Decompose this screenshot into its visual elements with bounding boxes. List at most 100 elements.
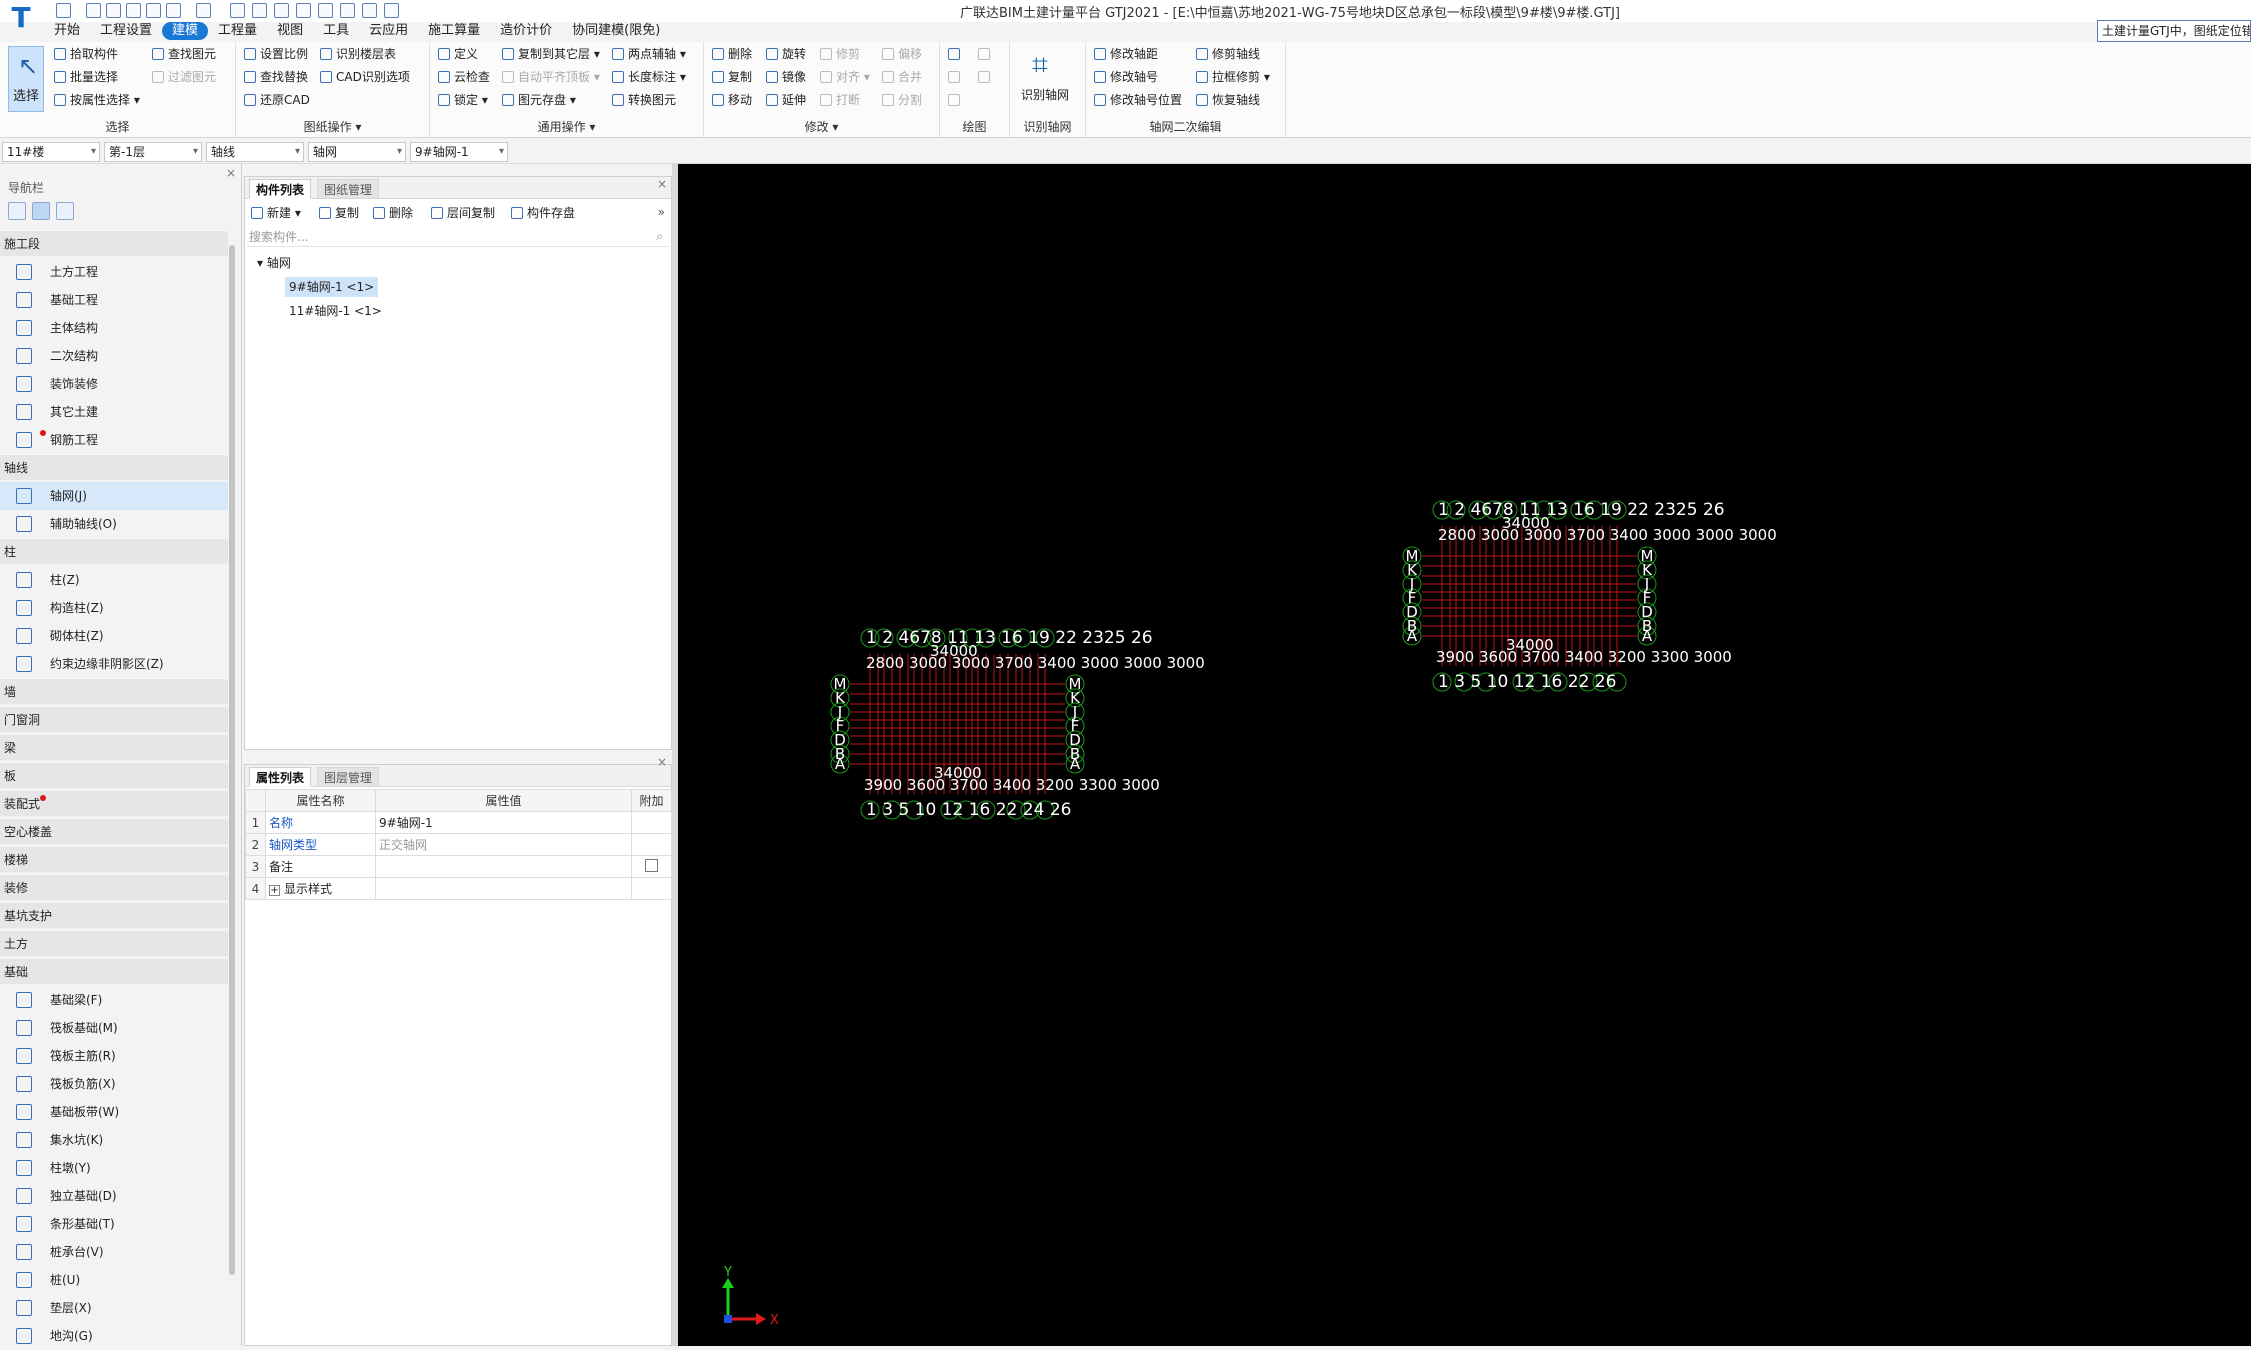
- nav-item[interactable]: 柱(Z): [0, 566, 228, 594]
- mirror-button[interactable]: 镜像: [764, 67, 806, 87]
- nav-item[interactable]: 桩承台(V): [0, 1238, 228, 1266]
- draw-circle-button[interactable]: [976, 44, 990, 64]
- nav-item[interactable]: 约束边缘非阴影区(Z): [0, 650, 228, 678]
- nav-item[interactable]: 垫层(X): [0, 1294, 228, 1322]
- find-element-button[interactable]: 查找图元: [150, 44, 216, 64]
- app-logo-icon[interactable]: T: [6, 3, 36, 33]
- find-replace-button[interactable]: 查找替换: [242, 67, 308, 87]
- open-icon[interactable]: [106, 3, 121, 18]
- nav-item[interactable]: 其它土建: [0, 398, 228, 426]
- floor-select[interactable]: 第-1层: [104, 142, 202, 162]
- property-row[interactable]: 2 轴网类型 正交轴网: [245, 833, 672, 856]
- axis-grid-9[interactable]: 1 2 4678 11 13 16 19 22 2325 26 2800 3000…: [830, 628, 1205, 820]
- panel-close-icon[interactable]: ×: [657, 755, 667, 769]
- nav-category[interactable]: 门窗洞: [0, 706, 228, 732]
- copy-button[interactable]: 复制: [710, 67, 752, 87]
- menu-collab[interactable]: 协同建模(限免): [562, 20, 670, 42]
- convert-element-button[interactable]: 转换图元: [610, 90, 676, 110]
- define-button[interactable]: 定义: [436, 44, 478, 64]
- length-mark-button[interactable]: 长度标注 ▾: [610, 67, 686, 87]
- property-extra[interactable]: [631, 855, 672, 878]
- property-row[interactable]: 3 备注: [245, 855, 672, 878]
- notice-banner[interactable]: 土建计量GTJ中，图纸定位错: [2097, 20, 2251, 42]
- nav-category[interactable]: 基坑支护: [0, 902, 228, 928]
- menu-project-settings[interactable]: 工程设置: [90, 20, 162, 42]
- split-button[interactable]: 分割: [880, 90, 922, 110]
- identify-grid-button[interactable]: ⌗ 识别轴网: [1020, 46, 1070, 112]
- new-component-button[interactable]: 新建 ▾: [249, 203, 301, 223]
- nav-category[interactable]: 楼梯: [0, 846, 228, 872]
- nav-item[interactable]: 轴网(J): [0, 482, 228, 510]
- nav-item[interactable]: 基础工程: [0, 286, 228, 314]
- offset-button[interactable]: 偏移: [880, 44, 922, 64]
- cad-view[interactable]: 1 2 4678 11 13 16 19 22 2325 26 2800 3000…: [678, 164, 2251, 1346]
- pick-component-button[interactable]: 拾取构件: [52, 44, 118, 64]
- nav-item[interactable]: 土方工程: [0, 258, 228, 286]
- draw-rect-button[interactable]: [976, 67, 990, 87]
- restore-cad-button[interactable]: 还原CAD: [242, 90, 310, 110]
- save-icon[interactable]: [146, 3, 161, 18]
- copy-component-button[interactable]: 复制: [317, 203, 359, 223]
- menu-quantity[interactable]: 工程量: [208, 20, 267, 42]
- nav-pin-icon[interactable]: [8, 202, 26, 220]
- toolbar-icon-4[interactable]: [296, 3, 311, 18]
- toolbar-icon-5[interactable]: [318, 3, 333, 18]
- align-button[interactable]: 对齐 ▾: [818, 67, 870, 87]
- set-scale-button[interactable]: 设置比例: [242, 44, 308, 64]
- select-button[interactable]: ↖ 选择: [8, 46, 44, 112]
- nav-item[interactable]: 筏板负筋(X): [0, 1070, 228, 1098]
- drag-trim-button[interactable]: 拉框修剪 ▾: [1194, 67, 1270, 87]
- tab-layer-management[interactable]: 图层管理: [317, 767, 380, 787]
- axis-grid-11[interactable]: 1 2 4678 11 13 16 19 22 2325 26 2800 3000…: [1402, 500, 1777, 692]
- move-button[interactable]: 移动: [710, 90, 752, 110]
- menu-view[interactable]: 视图: [267, 20, 313, 42]
- delete-component-button[interactable]: 删除: [371, 203, 413, 223]
- merge-button[interactable]: 合并: [880, 67, 922, 87]
- property-row[interactable]: 4 + 显示样式: [245, 877, 672, 900]
- tree-item-11-grid[interactable]: 11#轴网-1 <1>: [285, 301, 386, 321]
- nav-item[interactable]: 筏板主筋(R): [0, 1042, 228, 1070]
- trim-button[interactable]: 修剪: [818, 44, 860, 64]
- auto-flat-button[interactable]: 自动平齐顶板 ▾: [500, 67, 600, 87]
- cloud-check-button[interactable]: 云检查: [436, 67, 490, 87]
- delete-button[interactable]: 删除: [710, 44, 752, 64]
- property-value[interactable]: 正交轴网: [375, 833, 632, 856]
- nav-category[interactable]: 板: [0, 762, 228, 788]
- restore-axis-button[interactable]: 恢复轴线: [1194, 90, 1260, 110]
- nav-item[interactable]: 装饰装修: [0, 370, 228, 398]
- break-button[interactable]: 打断: [818, 90, 860, 110]
- checkbox[interactable]: [645, 858, 658, 872]
- filter-element-button[interactable]: 过滤图元: [150, 67, 216, 87]
- undo-icon[interactable]: [166, 3, 181, 18]
- draw-line-button[interactable]: [946, 67, 960, 87]
- select-by-attr-button[interactable]: 按属性选择 ▾: [52, 90, 140, 110]
- nav-category[interactable]: 空心楼盖: [0, 818, 228, 844]
- lock-button[interactable]: 锁定 ▾: [436, 90, 488, 110]
- element-save-button[interactable]: 图元存盘 ▾: [500, 90, 576, 110]
- toolbar-icon-2[interactable]: [252, 3, 267, 18]
- modify-axis-number-position-button[interactable]: 修改轴号位置: [1092, 90, 1182, 110]
- expand-icon[interactable]: +: [269, 885, 280, 896]
- modify-axis-number-button[interactable]: 修改轴号: [1092, 67, 1158, 87]
- nav-category[interactable]: 装修: [0, 874, 228, 900]
- type-select[interactable]: 轴网: [308, 142, 406, 162]
- tree-item-9-grid[interactable]: 9#轴网-1 <1>: [285, 277, 379, 297]
- nav-item[interactable]: 主体结构: [0, 314, 228, 342]
- nav-item[interactable]: 筏板基础(M): [0, 1014, 228, 1042]
- nav-detail-icon[interactable]: [56, 202, 74, 220]
- collapse-icon[interactable]: ▾: [257, 256, 267, 270]
- nav-item[interactable]: 构造柱(Z): [0, 594, 228, 622]
- nav-item[interactable]: 桩(U): [0, 1266, 228, 1294]
- extend-button[interactable]: 延伸: [764, 90, 806, 110]
- nav-item[interactable]: 条形基础(T): [0, 1210, 228, 1238]
- nav-item[interactable]: 钢筋工程: [0, 426, 228, 454]
- nav-list-icon[interactable]: [32, 202, 50, 220]
- nav-category[interactable]: 装配式: [0, 790, 228, 816]
- nav-category[interactable]: 基础: [0, 958, 228, 984]
- toolbar-icon-3[interactable]: [274, 3, 289, 18]
- trim-axis-button[interactable]: 修剪轴线: [1194, 44, 1260, 64]
- component-search-input[interactable]: 搜索构件...: [247, 227, 669, 247]
- nav-item[interactable]: 集水坑(K): [0, 1126, 228, 1154]
- copy-to-floor-button[interactable]: 复制到其它层 ▾: [500, 44, 600, 64]
- component-select[interactable]: 9#轴网-1: [410, 142, 508, 162]
